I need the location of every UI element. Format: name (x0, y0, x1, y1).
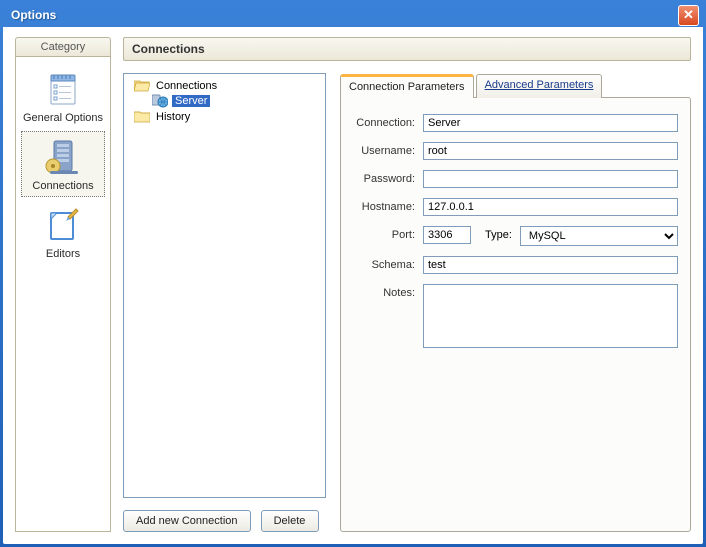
titlebar: Options ✕ (3, 3, 703, 27)
password-field[interactable] (423, 170, 678, 188)
username-field[interactable] (423, 142, 678, 160)
tab-advanced-parameters[interactable]: Advanced Parameters (476, 74, 603, 98)
type-select[interactable]: MySQL (520, 226, 678, 246)
options-window: Options ✕ Category (0, 0, 706, 547)
close-icon[interactable]: ✕ (678, 5, 699, 26)
tab-content-connection-parameters: Connection: Username: Password: (340, 97, 691, 532)
connection-field[interactable] (423, 114, 678, 132)
notepad-icon (22, 70, 104, 110)
port-field[interactable] (423, 226, 471, 244)
params-panel: Connection Parameters Advanced Parameter… (340, 73, 691, 532)
tree-node-label: Connections (154, 80, 219, 92)
port-label: Port: (353, 226, 423, 241)
tree-node-label: History (154, 111, 192, 123)
sidebar-body: General Options (15, 57, 111, 532)
folder-open-icon (134, 79, 150, 92)
hostname-label: Hostname: (353, 198, 423, 213)
category-label: Connections (22, 180, 104, 192)
folder-closed-icon (134, 110, 150, 123)
notes-field[interactable] (423, 284, 678, 348)
window-title: Options (7, 8, 678, 22)
delete-button[interactable]: Delete (261, 510, 319, 532)
category-editors[interactable]: Editors (21, 199, 105, 265)
connections-tree[interactable]: Connections (123, 73, 326, 498)
client-area: Category (3, 27, 703, 544)
globe-server-icon (152, 94, 168, 108)
notes-label: Notes: (353, 284, 423, 299)
category-general-options[interactable]: General Options (21, 63, 105, 129)
tree-node-history[interactable]: History (126, 109, 323, 124)
username-label: Username: (353, 142, 423, 157)
tree-node-connections[interactable]: Connections (126, 78, 323, 93)
schema-label: Schema: (353, 256, 423, 271)
tree-node-label: Server (172, 95, 210, 107)
type-label: Type: (485, 226, 520, 241)
add-new-connection-button[interactable]: Add new Connection (123, 510, 251, 532)
tree-panel: Connections (123, 73, 326, 532)
sidebar-header: Category (15, 37, 111, 57)
tree-node-server[interactable]: Server (126, 93, 323, 109)
editor-doc-icon (22, 206, 104, 246)
tab-bar: Connection Parameters Advanced Parameter… (340, 73, 691, 97)
category-label: Editors (22, 248, 104, 260)
server-tower-icon (22, 138, 104, 178)
password-label: Password: (353, 170, 423, 185)
main-panel: Connections Connections (123, 37, 691, 532)
schema-field[interactable] (423, 256, 678, 274)
tab-connection-parameters[interactable]: Connection Parameters (340, 74, 474, 98)
category-label: General Options (22, 112, 104, 124)
connection-label: Connection: (353, 114, 423, 129)
hostname-field[interactable] (423, 198, 678, 216)
page-title: Connections (123, 37, 691, 61)
category-sidebar: Category (15, 37, 111, 532)
category-connections[interactable]: Connections (21, 131, 105, 197)
